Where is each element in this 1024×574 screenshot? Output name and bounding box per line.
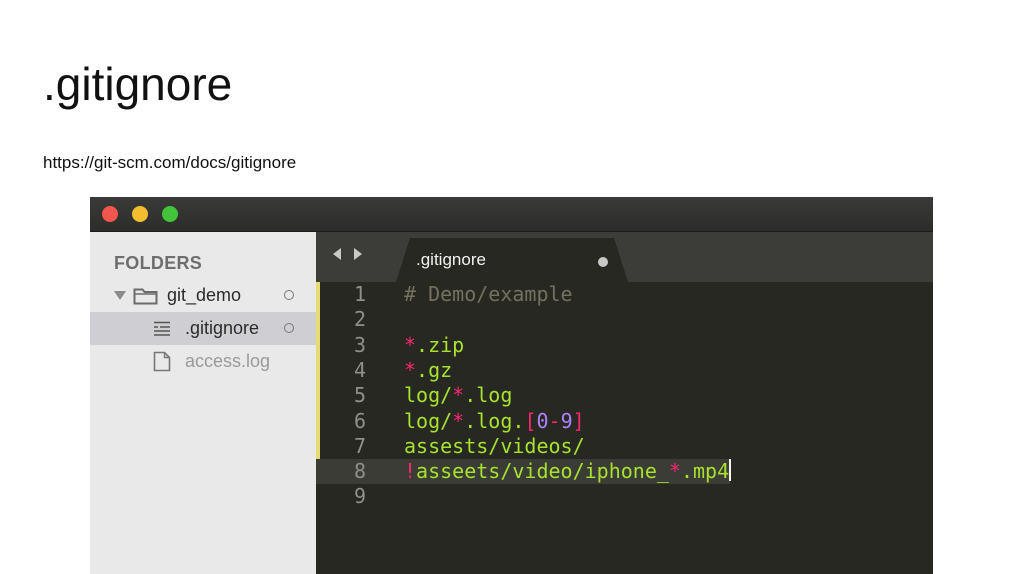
- code-token: assests/videos/: [404, 433, 585, 458]
- tree-item-label: access.log: [185, 351, 271, 371]
- unsaved-indicator-icon: [284, 290, 294, 300]
- code-token: *: [404, 332, 417, 357]
- code-line[interactable]: 4 *.gz: [316, 358, 933, 383]
- code-token: *: [668, 459, 681, 484]
- code-token: # Demo/example: [404, 282, 573, 306]
- line-number: 8: [353, 459, 366, 484]
- file-icon: [153, 351, 171, 372]
- code-line[interactable]: 3 *.zip: [316, 333, 933, 358]
- code-token: !: [404, 459, 417, 484]
- window-titlebar[interactable]: [90, 197, 933, 232]
- code-token: [: [524, 408, 537, 433]
- slide-title: .gitignore: [43, 58, 233, 110]
- code-token: -: [548, 408, 561, 433]
- minimize-button[interactable]: [132, 206, 148, 222]
- code-token: *: [404, 357, 417, 382]
- sidebar: FOLDERS git_demo .gitignore access.log: [90, 232, 316, 574]
- code-line[interactable]: 1 # Demo/example: [316, 282, 933, 307]
- code-text: assests/videos/: [404, 434, 585, 459]
- code-text: *.zip: [404, 333, 464, 358]
- text-file-icon: [154, 321, 170, 336]
- tab-gitignore[interactable]: .gitignore: [396, 238, 628, 282]
- code-token: *: [452, 383, 465, 408]
- code-token: .gz: [416, 357, 453, 382]
- code-token: ]: [572, 408, 585, 433]
- code-token: .log: [464, 383, 513, 408]
- code-token: .log.: [464, 408, 525, 433]
- zoom-button[interactable]: [162, 206, 178, 222]
- slide: .gitignore https://git-scm.com/docs/giti…: [0, 0, 1024, 574]
- code-token: .zip: [416, 332, 465, 357]
- docs-link[interactable]: https://git-scm.com/docs/gitignore: [43, 152, 296, 174]
- tab-back-arrow-icon[interactable]: [333, 248, 341, 260]
- line-number: 3: [353, 332, 366, 357]
- folder-icon: [133, 288, 158, 305]
- tree-item-git-demo[interactable]: git_demo: [90, 279, 316, 312]
- code-token: *: [452, 408, 465, 433]
- line-number: 4: [353, 357, 366, 382]
- unsaved-dot-icon[interactable]: [598, 257, 608, 267]
- disclosure-triangle-icon[interactable]: [114, 291, 126, 301]
- text-cursor: [729, 459, 732, 482]
- line-number: 6: [353, 408, 366, 433]
- tab-label: .gitignore: [416, 250, 486, 269]
- code-text: !asseets/video/iphone_*.mp4: [404, 459, 732, 484]
- editor-window: FOLDERS git_demo .gitignore access.log .…: [90, 197, 933, 574]
- code-editor[interactable]: 1 # Demo/example 2 3 *.zip 4 *.gz 5 log/*.log 6 lo…: [316, 282, 933, 574]
- code-text: # Demo/example: [404, 282, 573, 307]
- tab-navigation: [333, 248, 362, 260]
- close-button[interactable]: [102, 206, 118, 222]
- tree-item-label: git_demo: [167, 285, 242, 305]
- code-text: log/*.log.[0-9]: [404, 409, 585, 434]
- code-token: 9: [560, 408, 573, 433]
- tree-item-gitignore[interactable]: .gitignore: [90, 312, 316, 345]
- code-line[interactable]: 7 assests/videos/: [316, 434, 933, 459]
- line-number: 7: [353, 433, 366, 458]
- line-number: 5: [353, 383, 366, 408]
- line-number: 2: [353, 307, 366, 332]
- code-text: log/*.log: [404, 383, 512, 408]
- code-token: 0: [536, 408, 549, 433]
- tree-item-label: .gitignore: [185, 318, 260, 338]
- line-number: 1: [353, 282, 366, 306]
- code-line[interactable]: 2: [316, 307, 933, 332]
- code-text: *.gz: [404, 358, 452, 383]
- unsaved-indicator-icon: [284, 323, 294, 333]
- code-line[interactable]: 9: [316, 484, 933, 509]
- code-token: asseets/video/iphone_: [416, 459, 669, 484]
- tree-item-access-log[interactable]: access.log: [90, 345, 316, 378]
- code-line[interactable]: 6 log/*.log.[0-9]: [316, 409, 933, 434]
- line-number: 9: [353, 484, 366, 509]
- code-token: log/: [404, 383, 453, 408]
- code-token: log/: [404, 408, 453, 433]
- tab-forward-arrow-icon[interactable]: [354, 248, 362, 260]
- folders-header: FOLDERS: [114, 253, 203, 273]
- code-line[interactable]: 5 log/*.log: [316, 383, 933, 408]
- tab-bar: .gitignore: [316, 232, 933, 282]
- code-line[interactable]: 8 !asseets/video/iphone_*.mp4: [316, 459, 732, 485]
- code-token: .mp4: [680, 459, 730, 484]
